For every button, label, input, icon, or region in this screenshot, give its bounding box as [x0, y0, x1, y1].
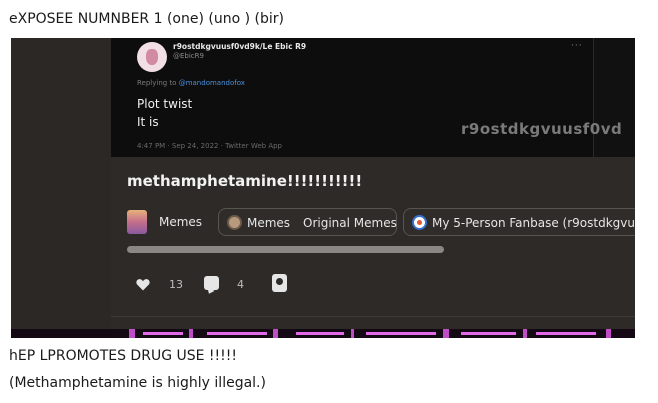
tweet-menu-icon[interactable]: ···: [571, 41, 583, 51]
tweet-replying-to: Replying to @mandomandofox: [137, 79, 245, 87]
tweet-text-line-1: Plot twist: [137, 97, 193, 111]
memes-community-icon: [227, 215, 242, 230]
replying-mention-link[interactable]: @mandomandofox: [179, 79, 245, 87]
tag-pill-fanbase[interactable]: My 5-Person Fanbase (r9ostdkgvuusf: [403, 208, 635, 236]
reblog-icon[interactable]: [272, 274, 287, 292]
tag-fanbase[interactable]: My 5-Person Fanbase (r9ostdkgvuusf: [432, 216, 635, 230]
comment-icon[interactable]: [204, 276, 219, 290]
caption-bottom-2: (Methamphetamine is highly illegal.): [9, 375, 266, 391]
tag-row: Memes Memes Original Memes My 5-Person F…: [127, 208, 635, 238]
tag-memes-2[interactable]: Memes: [247, 216, 290, 230]
glitch-strip: [11, 329, 635, 338]
caption-bottom-1: hEP LPROMOTES DRUG USE !!!!!: [9, 348, 237, 364]
post-footer-divider: [111, 316, 635, 317]
tweet-avatar-icon[interactable]: [137, 42, 167, 72]
watermark-text: r9ostdkgvuusf0vd: [461, 120, 623, 138]
embed-right-panel: [594, 38, 635, 157]
comment-count: 4: [237, 278, 244, 291]
like-count: 13: [169, 278, 183, 291]
tag-original-memes[interactable]: Original Memes: [303, 216, 397, 230]
screenshot-panel: r9ostdkgvuusf0vd9k/Le Ebic R9 @EbicR9 ··…: [11, 38, 635, 338]
fanbase-community-icon: [412, 215, 427, 230]
left-gutter: [11, 38, 111, 338]
tweet-handle[interactable]: @EbicR9: [173, 52, 204, 60]
post-title: methamphetamine!!!!!!!!!!!: [127, 172, 363, 190]
tweet-display-name[interactable]: r9ostdkgvuusf0vd9k/Le Ebic R9: [173, 42, 306, 51]
tag-scrollbar[interactable]: [127, 246, 444, 253]
tag-memes[interactable]: Memes: [159, 215, 202, 229]
tweet-text-line-2: It is: [137, 115, 159, 129]
community-avatar-icon[interactable]: [127, 210, 147, 234]
tweet-timestamp: 4:47 PM · Sep 24, 2022 · Twitter Web App: [137, 142, 282, 150]
heart-icon[interactable]: [136, 278, 150, 291]
replying-prefix: Replying to: [137, 79, 179, 87]
tag-pill-memes-original[interactable]: Memes Original Memes: [218, 208, 397, 236]
caption-top: eXPOSEE NUMNBER 1 (one) (uno ) (bir): [9, 11, 284, 27]
